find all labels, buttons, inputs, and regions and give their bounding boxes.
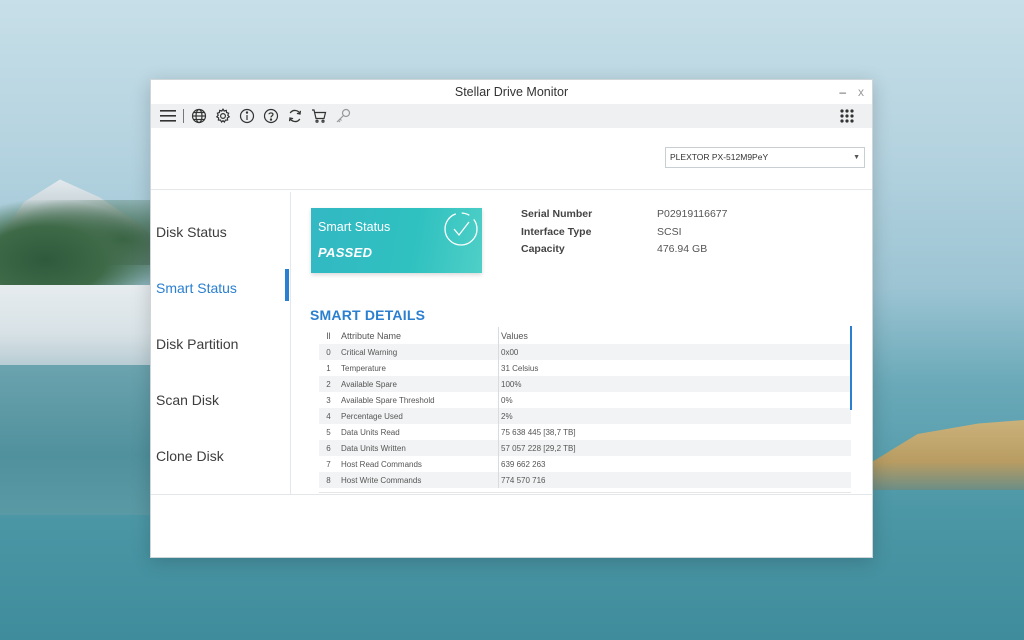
row-attribute-name: Data Units Read [338,424,499,440]
row-id: 1 [326,363,331,373]
serial-number-label: Serial Number [521,208,593,220]
window-title: Stellar Drive Monitor [454,85,569,99]
apps-grid-icon[interactable] [838,107,856,125]
wallpaper-grass [872,420,1024,490]
column-header-values[interactable]: Values [499,331,528,341]
table-row[interactable]: 4 Percentage Used 2% [319,408,851,424]
row-value: 2% [501,411,513,421]
row-attribute-name: Temperature [338,360,499,376]
capacity-label: Capacity [521,243,565,255]
smart-status-label: Smart Status [318,220,391,234]
row-value: 57 057 228 [29,2 TB] [501,443,576,453]
table-scrollbar[interactable] [850,326,852,410]
help-icon[interactable] [262,107,280,125]
check-circle-icon [442,210,480,253]
row-value: 0% [501,395,513,405]
minimize-button[interactable]: – [839,80,846,104]
row-value: 774 570 716 [501,475,546,485]
table-row[interactable]: 7 Host Read Commands 639 662 263 [319,456,851,472]
sidebar-item-smart-status[interactable]: Smart Status [156,280,237,296]
table-row[interactable]: 3 Available Spare Threshold 0% [319,392,851,408]
smart-status-value: PASSED [318,245,373,260]
row-value: 639 662 263 [501,459,546,469]
row-id: 5 [326,427,331,437]
sidebar-item-disk-partition[interactable]: Disk Partition [156,336,238,352]
close-button[interactable]: x [858,80,864,104]
sidebar-item-clone-disk[interactable]: Clone Disk [156,448,224,464]
table-header: ll Attribute Name Values [319,327,851,344]
smart-details-title: SMART DETAILS [310,307,426,323]
column-header-attribute-name[interactable]: Attribute Name [338,327,499,344]
row-attribute-name: Available Spare Threshold [338,392,499,408]
gear-icon[interactable] [214,107,232,125]
row-id: 2 [326,379,331,389]
sidebar-active-indicator [285,269,289,301]
table-row[interactable]: 0 Critical Warning 0x00 [319,344,851,360]
drive-select-bar: PLEXTOR PX-512M9PeY ▼ [151,128,872,190]
capacity-value: 476.94 GB [657,243,708,255]
row-attribute-name: Critical Warning [338,344,499,360]
table-row[interactable]: 1 Temperature 31 Celsius [319,360,851,376]
smart-details-table: ll Attribute Name Values 0 Critical Warn… [319,327,851,493]
interface-type-value: SCSI [657,226,682,238]
row-value: 75 638 445 [38,7 TB] [501,427,576,437]
app-window: Stellar Drive Monitor – x PLEXTOR PX-512… [150,79,873,558]
title-bar: Stellar Drive Monitor – x [151,80,872,104]
sidebar-item-scan-disk[interactable]: Scan Disk [156,392,219,408]
row-id: 6 [326,443,331,453]
refresh-icon[interactable] [286,107,304,125]
row-id: 0 [326,347,331,357]
table-row[interactable]: 8 Host Write Commands 774 570 716 [319,472,851,488]
key-icon[interactable] [334,107,352,125]
row-attribute-name: Data Units Written [338,440,499,456]
row-id: 4 [326,411,331,421]
wallpaper-beach [0,285,152,365]
row-id: 3 [326,395,331,405]
divider [151,494,872,495]
table-row[interactable]: 2 Available Spare 100% [319,376,851,392]
wallpaper-reflection [0,365,152,515]
toolbar-separator [183,109,184,123]
row-value: 0x00 [501,347,519,357]
row-attribute-name: Available Spare [338,376,499,392]
menu-icon[interactable] [159,107,177,125]
row-attribute-name: Percentage Used [338,408,499,424]
row-id: 7 [326,459,331,469]
row-id: 8 [326,475,331,485]
row-value: 31 Celsius [501,363,539,373]
interface-type-label: Interface Type [521,226,592,238]
cart-icon[interactable] [310,107,328,125]
chevron-down-icon: ▼ [853,154,860,161]
row-attribute-name: Host Write Commands [338,472,499,488]
sidebar-item-disk-status[interactable]: Disk Status [156,224,227,240]
toolbar [151,104,872,128]
row-value: 100% [501,379,522,389]
column-header-id[interactable]: ll [319,331,338,341]
table-row[interactable]: 5 Data Units Read 75 638 445 [38,7 TB] [319,424,851,440]
info-icon[interactable] [238,107,256,125]
drive-select[interactable]: PLEXTOR PX-512M9PeY ▼ [665,147,865,168]
table-row[interactable]: 6 Data Units Written 57 057 228 [29,2 TB… [319,440,851,456]
globe-icon[interactable] [190,107,208,125]
row-attribute-name: Host Read Commands [338,456,499,472]
smart-status-card: Smart Status PASSED [311,208,482,273]
sidebar: Disk Status Smart Status Disk Partition … [151,192,291,494]
drive-select-value: PLEXTOR PX-512M9PeY [670,152,769,162]
serial-number-value: P02919116677 [657,208,728,220]
